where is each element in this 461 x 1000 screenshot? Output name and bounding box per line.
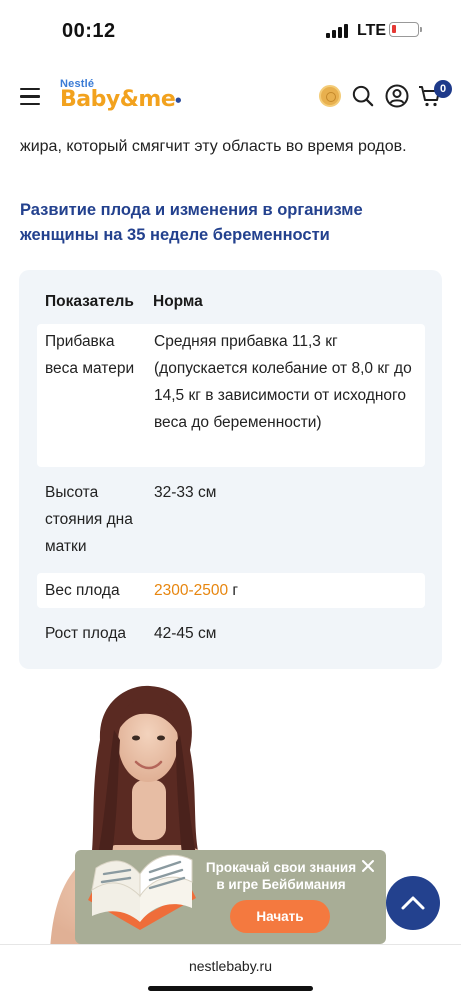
article-paragraph: жира, который смягчит эту область во вре… xyxy=(20,138,407,155)
table-header-norm: Норма xyxy=(153,293,203,310)
menu-icon[interactable] xyxy=(20,88,40,106)
row-label: Высота стояния дна матки xyxy=(45,484,133,555)
table-row: Высота стояния дна матки 32-33 см xyxy=(37,467,425,573)
row-label: Прибавка веса матери xyxy=(45,333,135,377)
row-value: Средняя прибавка 11,3 кг (допускается ко… xyxy=(154,333,412,431)
section-heading: Развитие плода и изменения в организме ж… xyxy=(20,201,363,244)
table-row: Рост плода 42-45 см xyxy=(37,608,425,660)
network-label: LTE xyxy=(357,22,387,39)
home-indicator[interactable] xyxy=(148,986,313,991)
row-label: Рост плода xyxy=(45,625,126,642)
table-row: Вес плода 2300-2500 г xyxy=(37,573,425,608)
search-icon[interactable] xyxy=(352,85,374,107)
url-text[interactable]: nestlebaby.ru xyxy=(0,958,461,974)
signal-icon xyxy=(326,24,348,38)
book-icon xyxy=(88,854,196,930)
chevron-up-icon xyxy=(401,896,425,910)
scroll-to-top-button[interactable] xyxy=(386,876,440,930)
user-icon[interactable] xyxy=(385,84,409,108)
table-header-indicator: Показатель xyxy=(45,293,134,310)
row-value: 2300-2500 г xyxy=(154,577,424,604)
row-label: Вес плода xyxy=(45,582,120,599)
coin-icon[interactable] xyxy=(319,85,341,107)
promo-banner[interactable]: Прокачай свои знания в игре Бейбимания Н… xyxy=(75,850,386,944)
row-value: 42-45 см xyxy=(154,625,217,642)
start-game-button[interactable]: Начать xyxy=(230,900,330,933)
promo-title: Прокачай свои знания в игре Бейбимания xyxy=(205,860,357,892)
battery-icon xyxy=(389,22,422,37)
cart-count-badge: 0 xyxy=(434,80,452,98)
fetal-weight-value: 2300-2500 xyxy=(154,582,229,599)
logo-text: Baby&me● xyxy=(60,87,181,112)
close-icon[interactable] xyxy=(360,858,376,874)
browser-url-bar[interactable]: nestlebaby.ru xyxy=(0,944,461,1000)
status-time: 00:12 xyxy=(62,20,116,42)
table-row: Прибавка веса матери Средняя прибавка 11… xyxy=(37,324,425,467)
site-header: Nestlé Baby&me● 0 xyxy=(0,64,461,130)
fetal-weight-unit: г xyxy=(228,582,239,599)
status-bar: 00:12 LTE xyxy=(0,0,461,64)
row-value: 32-33 см xyxy=(154,484,217,501)
